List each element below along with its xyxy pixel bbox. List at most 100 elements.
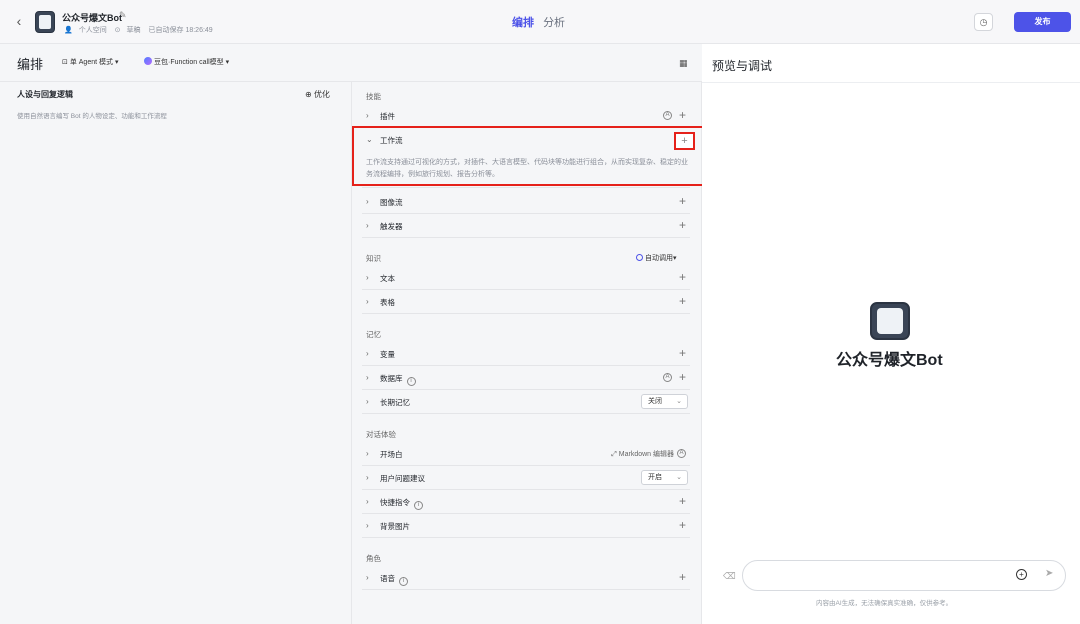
row-table[interactable]: › 表格 + — [362, 290, 690, 314]
model-dropdown[interactable]: 豆包·Function call模型 ▾ — [144, 57, 229, 67]
voice-text: 语音 — [380, 574, 395, 583]
persona-editor[interactable]: 使用自然语言编写 Bot 的人物设定、功能和工作流程 — [17, 110, 167, 120]
auto-call-label: 自动调用 — [645, 255, 673, 262]
bot-name-large: 公众号爆文Bot — [836, 352, 943, 369]
add-trigger-icon[interactable]: + — [679, 218, 686, 232]
sub-header: 编排 ⊡ 单 Agent 模式 ▾ 豆包·Function call模型 ▾ ▦ — [0, 44, 702, 82]
info-icon[interactable]: i — [406, 377, 416, 386]
user-icon: 👤 — [64, 27, 73, 34]
chat-input[interactable] — [755, 569, 1005, 583]
auto-icon[interactable]: A — [663, 373, 672, 382]
tab-arrange[interactable]: 编排 — [512, 17, 534, 29]
expand-icon: ⤢ — [611, 451, 619, 458]
database-text: 数据库 — [380, 374, 403, 383]
bot-name: 公众号爆文Bot — [62, 13, 122, 23]
row-suggestion[interactable]: › 用户问题建议 开启 ⌄ — [362, 466, 690, 490]
persona-title: 人设与回复逻辑 — [17, 90, 73, 99]
auto-icon[interactable]: A — [663, 111, 672, 120]
variable-label: 变量 — [380, 350, 395, 359]
chevron-down-icon: ▾ — [673, 255, 677, 262]
auto-call-dropdown[interactable]: 自动调用▾ — [636, 253, 677, 263]
info-icon[interactable]: i — [414, 501, 423, 510]
chevron-right-icon: › — [366, 449, 369, 458]
shortcut-text: 快捷指令 — [380, 498, 410, 507]
add-attachment-icon[interactable]: + — [1016, 569, 1027, 580]
space-label: 个人空间 — [78, 27, 107, 34]
clear-history-icon[interactable]: ⌫ — [723, 571, 736, 582]
voice-label: 语音 i — [380, 573, 408, 586]
row-variable[interactable]: › 变量 + — [362, 342, 690, 366]
edit-icon[interactable]: ✎ — [119, 10, 127, 21]
top-tabs: 编排 分析 — [512, 14, 571, 30]
database-label: 数据库 i — [380, 373, 416, 386]
add-database-icon[interactable]: + — [679, 370, 686, 384]
row-background[interactable]: › 背景图片 + — [362, 514, 690, 538]
auto-icon[interactable]: A — [677, 449, 686, 458]
add-table-icon[interactable]: + — [679, 294, 686, 308]
suggestion-value: 开启 — [648, 474, 662, 481]
skills-section-title: 技能 — [366, 92, 381, 101]
row-text[interactable]: › 文本 + — [362, 266, 690, 290]
row-plugin[interactable]: › 插件 A + — [362, 104, 690, 128]
send-icon[interactable]: ➤ — [1045, 568, 1053, 579]
info-icon[interactable]: i — [399, 577, 408, 586]
bot-meta: 👤 个人空间 ⊙ 草稿 已自动保存 18:26:49 — [64, 25, 219, 35]
add-voice-icon[interactable]: + — [679, 570, 686, 584]
chat-input-box: + ➤ — [742, 560, 1066, 591]
chevron-right-icon: › — [366, 373, 369, 382]
chevron-down-icon: ⌄ — [676, 398, 682, 405]
workflow-description: 工作流支持通过可视化的方式，对插件、大语言模型、代码块等功能进行组合，从而实现复… — [366, 159, 688, 178]
row-long-term-memory[interactable]: › 长期记忆 关闭 ⌄ — [362, 390, 690, 414]
optimize-label: 优化 — [313, 90, 330, 99]
add-text-icon[interactable]: + — [679, 270, 686, 284]
long-term-label: 长期记忆 — [380, 398, 410, 407]
arrange-title: 编排 — [17, 57, 44, 72]
trigger-label: 触发器 — [380, 222, 403, 231]
layout-grid-icon[interactable]: ▦ — [679, 58, 688, 69]
chevron-down-icon: ⌄ — [676, 474, 682, 481]
back-arrow-icon[interactable]: ‹ — [12, 13, 26, 29]
text-label: 文本 — [380, 274, 395, 283]
row-trigger[interactable]: › 触发器 + — [362, 214, 690, 238]
row-image-flow[interactable]: › 图像流 + — [362, 190, 690, 214]
add-variable-icon[interactable]: + — [679, 346, 686, 360]
disclaimer: 内容由AI生成，无法确保真实准确，仅供参考。 — [816, 600, 953, 607]
table-label: 表格 — [380, 298, 395, 307]
chevron-down-icon: ▾ — [113, 59, 119, 66]
chevron-down-icon: ▾ — [223, 59, 230, 66]
plugin-label: 插件 — [380, 112, 395, 121]
image-flow-label: 图像流 — [380, 198, 403, 207]
add-image-flow-icon[interactable]: + — [679, 194, 686, 208]
row-shortcut[interactable]: › 快捷指令 i + — [362, 490, 690, 514]
history-icon[interactable]: ◷ — [974, 13, 993, 31]
row-opening[interactable]: › 开场白 ⤢ Markdown 编辑器 A — [362, 442, 690, 466]
preview-title: 预览与调试 — [712, 59, 773, 73]
agent-mode-dropdown[interactable]: ⊡ 单 Agent 模式 ▾ — [62, 57, 118, 67]
agent-mode-label: 单 Agent 模式 — [69, 59, 113, 66]
opening-label: 开场白 — [380, 450, 403, 459]
model-logo-icon — [144, 57, 152, 65]
add-workflow-icon[interactable]: + — [674, 132, 695, 150]
add-plugin-icon[interactable]: + — [679, 108, 686, 122]
row-voice[interactable]: › 语音 i + — [362, 566, 690, 590]
chevron-right-icon: › — [366, 497, 369, 506]
tab-analysis[interactable]: 分析 — [543, 17, 565, 29]
top-bar: ‹ 公众号爆文Bot ✎ 👤 个人空间 ⊙ 草稿 已自动保存 18:26:49 编排… — [0, 0, 1080, 44]
markdown-editor-link[interactable]: ⤢ Markdown 编辑器 — [611, 449, 674, 459]
add-shortcut-icon[interactable]: + — [679, 494, 686, 508]
long-term-select[interactable]: 关闭 ⌄ — [641, 394, 688, 409]
preview-panel: 预览与调试 公众号爆文Bot ⌫ + ➤ 内容由AI生成，无法确保真实准确，仅供… — [702, 44, 1080, 624]
markdown-editor-label: Markdown 编辑器 — [618, 451, 674, 458]
dialog-section-title: 对话体验 — [366, 430, 396, 439]
chevron-right-icon: › — [366, 521, 369, 530]
suggestion-select[interactable]: 开启 ⌄ — [641, 470, 688, 485]
autosave-label: 已自动保存 18:26:49 — [148, 27, 213, 34]
add-background-icon[interactable]: + — [679, 518, 686, 532]
long-term-value: 关闭 — [648, 398, 662, 405]
row-database[interactable]: › 数据库 i A + — [362, 366, 690, 390]
chevron-right-icon: › — [366, 273, 369, 282]
optimize-button[interactable]: ⊕ 优化 — [305, 89, 330, 100]
publish-button[interactable]: 发布 — [1014, 12, 1071, 32]
divider — [702, 82, 1080, 83]
agent-mode-icon: ⊡ — [62, 59, 70, 66]
